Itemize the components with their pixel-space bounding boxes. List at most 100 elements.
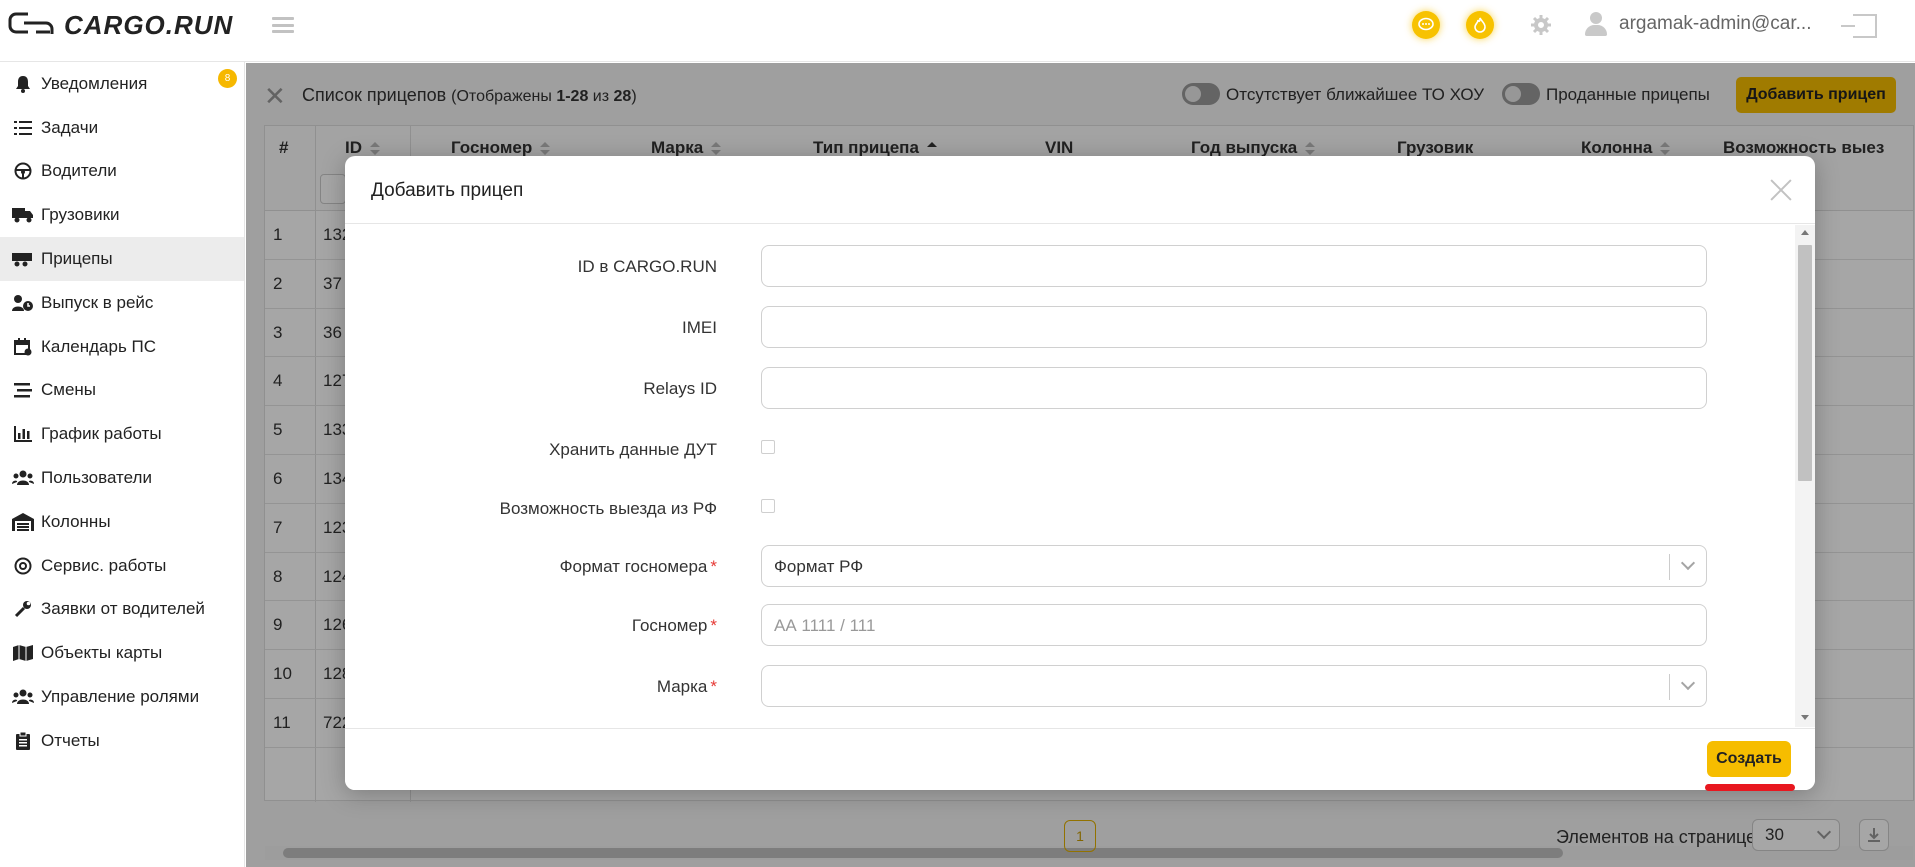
select-divider — [1669, 554, 1670, 580]
modal-footer: Создать — [345, 728, 1815, 790]
sidebar-item-label: Выпуск в рейс — [41, 292, 154, 312]
service-icon — [12, 556, 34, 576]
plate-format-label-text: Формат госномера — [559, 557, 708, 576]
scroll-down-icon[interactable] — [1801, 715, 1809, 720]
exit-rf-label: Возможность выезда из РФ — [499, 499, 717, 518]
logo-mark-icon — [8, 12, 54, 34]
bell-icon — [12, 74, 34, 94]
user-menu[interactable]: argamak-admin@car... — [1585, 12, 1811, 36]
user-email: argamak-admin@car... — [1619, 13, 1812, 34]
sidebar-item-label: Уведомления — [41, 73, 148, 93]
close-icon[interactable] — [1767, 176, 1795, 204]
modal-title: Добавить прицеп — [371, 180, 524, 201]
form-row-brand: Марка * — [345, 665, 1795, 709]
logout-icon[interactable] — [1841, 14, 1877, 38]
annotation-underline — [1705, 784, 1795, 791]
scrollbar-thumb[interactable] — [1798, 245, 1812, 481]
sidebar-item-label: Календарь ПС — [41, 336, 157, 356]
sidebar-item-label: Заявки от водителей — [41, 599, 205, 619]
sidebar-item-service[interactable]: Сервис. работы — [0, 544, 244, 588]
form-row-cargo-id: ID в CARGO.RUN — [345, 245, 1795, 289]
dut-checkbox[interactable] — [761, 440, 775, 454]
sidebar: Уведомления 8 Задачи Водители Грузовики … — [0, 62, 245, 867]
sidebar-item-tasks[interactable]: Задачи — [0, 106, 244, 150]
clipboard-icon — [12, 731, 34, 751]
plate-format-value: Формат РФ — [774, 557, 864, 576]
user-icon — [1585, 12, 1607, 36]
chat-icon[interactable] — [1412, 11, 1440, 39]
user-clock-icon — [12, 293, 34, 313]
sidebar-item-label: Водители — [41, 161, 117, 181]
plate-label-text: Госномер — [631, 616, 708, 635]
sidebar-item-label: Отчеты — [41, 730, 100, 750]
calendar-icon — [12, 337, 34, 357]
notification-badge: 8 — [218, 69, 237, 88]
sidebar-item-label: Управление ролями — [41, 687, 200, 707]
sidebar-item-drivers[interactable]: Водители — [0, 150, 244, 194]
form-row-exit-rf: Возможность выезда из РФ — [345, 487, 1795, 531]
sidebar-item-driver-requests[interactable]: Заявки от водителей — [0, 588, 244, 632]
sidebar-item-columns[interactable]: Колонны — [0, 500, 244, 544]
menu-toggle-icon[interactable] — [272, 14, 294, 36]
cargo-id-label: ID в CARGO.RUN — [577, 257, 717, 276]
scroll-up-icon[interactable] — [1801, 230, 1809, 235]
sidebar-item-users[interactable]: Пользователи — [0, 456, 244, 500]
required-mark: * — [710, 677, 717, 696]
plate-input[interactable]: АА 1111 / 111 — [761, 604, 1707, 646]
steering-wheel-icon — [12, 161, 34, 181]
sidebar-item-reports[interactable]: Отчеты — [0, 719, 244, 763]
logo-text: CARGO.RUN — [64, 9, 234, 40]
dut-label: Хранить данные ДУТ — [549, 440, 717, 459]
sidebar-item-label: Сервис. работы — [41, 555, 167, 575]
required-mark: * — [710, 616, 717, 635]
sidebar-item-roles[interactable]: Управление ролями — [0, 675, 244, 719]
map-icon — [12, 643, 34, 663]
create-button[interactable]: Создать — [1707, 741, 1791, 777]
warehouse-icon — [12, 512, 34, 532]
sidebar-item-trailers[interactable]: Прицепы — [0, 237, 244, 281]
logo[interactable]: CARGO.RUN — [8, 8, 233, 42]
sidebar-item-trip-release[interactable]: Выпуск в рейс — [0, 281, 244, 325]
form-row-dut: Хранить данные ДУТ — [345, 428, 1795, 472]
cargo-id-input[interactable] — [761, 245, 1707, 287]
chart-icon — [12, 424, 34, 444]
plate-format-label: Формат госномера * — [560, 557, 717, 577]
sidebar-item-label: Объекты карты — [41, 643, 163, 663]
roles-icon — [12, 687, 34, 707]
chevron-down-icon — [1680, 675, 1696, 691]
sidebar-item-trucks[interactable]: Грузовики — [0, 193, 244, 237]
exit-rf-checkbox[interactable] — [761, 499, 775, 513]
sidebar-item-calendar[interactable]: Календарь ПС — [0, 325, 244, 369]
brand-label: Марка * — [657, 677, 717, 697]
sidebar-item-label: Смены — [41, 380, 97, 400]
sidebar-item-map-objects[interactable]: Объекты карты — [0, 631, 244, 675]
relays-id-label: Relays ID — [643, 379, 717, 398]
plate-format-select[interactable]: Формат РФ — [761, 545, 1707, 587]
modal-vertical-scrollbar[interactable] — [1795, 225, 1815, 727]
chevron-down-icon — [1680, 555, 1696, 571]
form-row-imei: IMEI — [345, 306, 1795, 350]
sidebar-item-shifts[interactable]: Смены — [0, 369, 244, 413]
sidebar-item-label: Грузовики — [41, 205, 120, 225]
sidebar-item-label: График работы — [41, 424, 162, 444]
relays-id-input[interactable] — [761, 367, 1707, 409]
required-mark: * — [710, 557, 717, 576]
truck-icon — [12, 205, 34, 225]
imei-input[interactable] — [761, 306, 1707, 348]
modal-header: Добавить прицеп — [345, 156, 1815, 224]
sidebar-item-label: Пользователи — [41, 468, 152, 488]
users-icon — [12, 468, 34, 488]
sidebar-item-schedule[interactable]: График работы — [0, 412, 244, 456]
fire-icon[interactable] — [1466, 11, 1494, 39]
sidebar-item-notifications[interactable]: Уведомления 8 — [0, 62, 244, 106]
top-header: CARGO.RUN argamak-admin@car... — [0, 0, 1915, 62]
imei-label: IMEI — [682, 318, 717, 337]
select-divider — [1669, 674, 1670, 700]
brand-select[interactable] — [761, 665, 1707, 707]
sidebar-item-label: Колонны — [41, 511, 111, 531]
gear-icon[interactable] — [1527, 11, 1555, 39]
wrench-icon — [12, 599, 34, 619]
trailer-icon — [12, 249, 34, 269]
plate-label: Госномер * — [632, 616, 717, 636]
list-icon — [12, 118, 34, 138]
